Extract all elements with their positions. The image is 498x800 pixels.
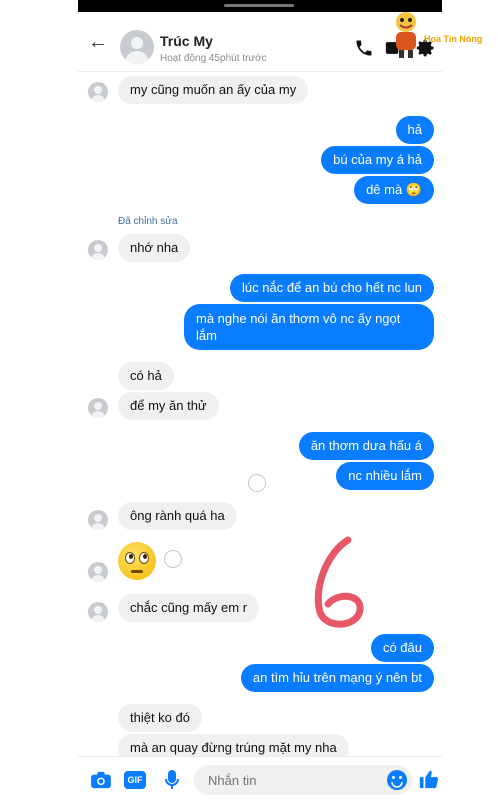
watermark-text: Hoa Tin Nóng	[424, 34, 483, 44]
message-outgoing[interactable]: dê mà 🙄	[354, 176, 434, 204]
gif-icon[interactable]: GIF	[124, 771, 146, 789]
contact-avatar-small	[88, 510, 108, 530]
message-outgoing[interactable]: có đâu	[370, 634, 434, 662]
message-incoming[interactable]: my cũng muốn an ấy của my	[118, 76, 309, 104]
camera-icon[interactable]	[90, 771, 112, 789]
seen-indicator	[164, 550, 182, 568]
watermark-logo: Hoa Tin Nóng	[388, 10, 498, 66]
arrow-left-icon[interactable]: ←	[88, 32, 108, 52]
message-incoming[interactable]: ông rành quá ha	[118, 502, 237, 530]
message-input[interactable]: Nhắn tin	[194, 765, 412, 795]
message-input-placeholder: Nhắn tin	[208, 773, 257, 788]
message-incoming[interactable]: để my ăn thử	[118, 392, 219, 420]
message-outgoing[interactable]: lúc nắc để an bú cho hết nc lun	[230, 274, 434, 302]
phone-icon[interactable]	[354, 38, 374, 58]
message-outgoing[interactable]: ăn thơm dưa hấu á	[298, 432, 434, 460]
message-incoming[interactable]: thiệt ko đó	[118, 704, 202, 732]
message-incoming[interactable]: có hả	[118, 362, 174, 390]
smiley-icon[interactable]	[386, 769, 408, 791]
eye-roll-emoji-message[interactable]	[118, 542, 156, 580]
message-outgoing[interactable]: mà nghe nói ăn thơm vô nc ấy ngọt lắm	[184, 304, 434, 350]
contact-avatar-small	[88, 240, 108, 260]
message-outgoing[interactable]: hả	[395, 116, 434, 144]
message-incoming[interactable]: nhớ nha	[118, 234, 191, 262]
seen-indicator	[248, 474, 266, 492]
edited-label: Đã chỉnh sửa	[118, 216, 178, 227]
phone-screen: ← Trúc My Hoạt động 45phút trước my cũng…	[78, 0, 442, 800]
message-outgoing[interactable]: an tìm hỉu trên mạng ý nên bt	[240, 664, 434, 692]
contact-avatar[interactable]	[120, 30, 154, 64]
contact-avatar-small	[88, 82, 108, 102]
message-list[interactable]: my cũng muốn an ấy của my hả bú của my á…	[78, 72, 442, 762]
contact-avatar-small	[88, 398, 108, 418]
contact-status: Hoạt động 45phút trước	[160, 53, 267, 64]
message-composer: GIF Nhắn tin	[78, 756, 442, 800]
contact-avatar-small	[88, 562, 108, 582]
message-outgoing[interactable]: nc nhiều lắm	[336, 462, 434, 490]
microphone-icon[interactable]	[164, 769, 180, 791]
thumbs-up-icon[interactable]	[418, 768, 440, 790]
notch-pill	[224, 4, 294, 7]
contact-name[interactable]: Trúc My	[160, 33, 213, 49]
message-incoming[interactable]: chắc cũng mấy em r	[118, 594, 260, 622]
red-scribble-drawing	[314, 536, 364, 628]
mascot-logo-icon	[396, 12, 416, 58]
contact-avatar-small	[88, 602, 108, 622]
message-outgoing[interactable]: bú của my á hả	[321, 146, 434, 174]
